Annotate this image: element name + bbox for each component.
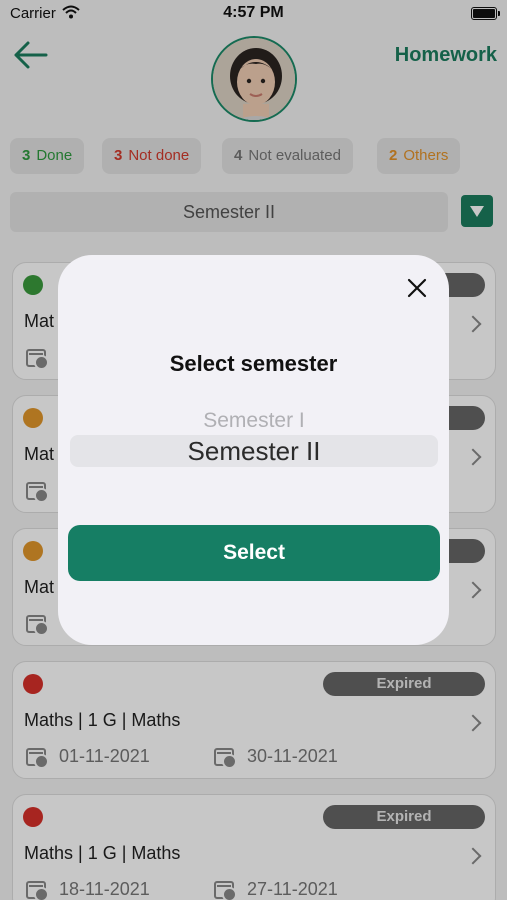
semester-modal: Select semester Semester I Semester II S… (58, 255, 449, 645)
modal-title: Select semester (169, 351, 338, 376)
picker-option-selected[interactable]: Semester II (70, 435, 438, 467)
semester-picker[interactable]: Semester I Semester II (70, 403, 438, 493)
picker-option[interactable]: Semester I (70, 409, 438, 433)
select-button[interactable]: Select (68, 525, 440, 581)
close-icon[interactable] (404, 275, 430, 301)
